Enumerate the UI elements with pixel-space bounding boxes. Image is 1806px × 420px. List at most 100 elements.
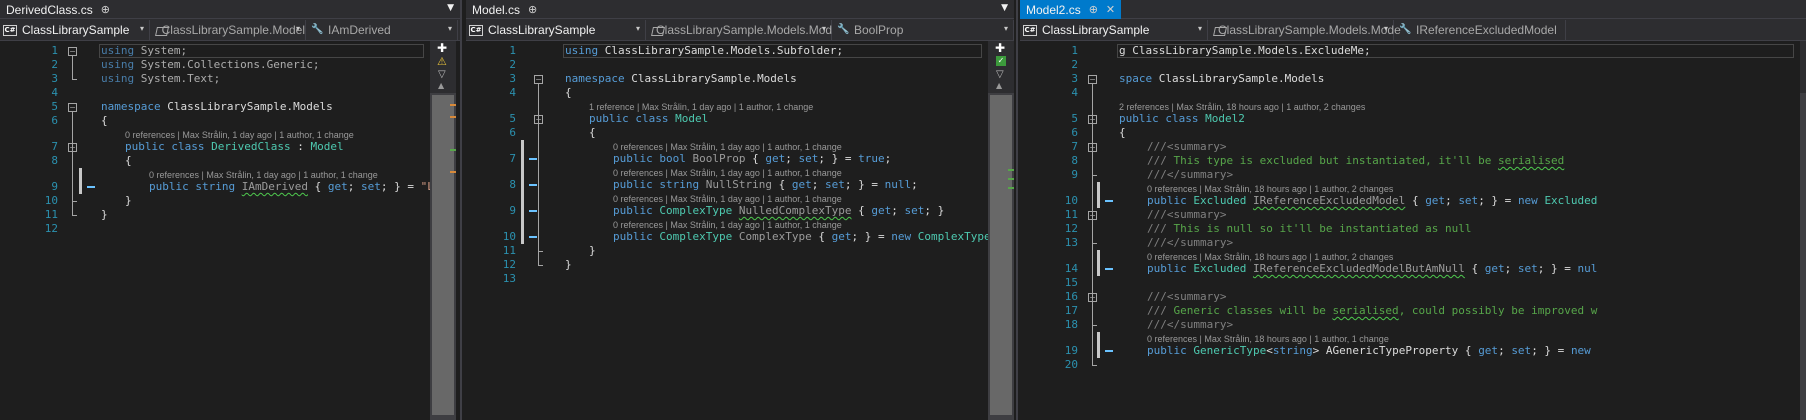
code-editor[interactable]: 1 g ClassLibrarySample.Models.ExcludeMe; 2…	[1020, 41, 1800, 420]
change-marker	[1008, 178, 1014, 180]
code-line[interactable]: public Excluded IReferenceExcludedModel …	[1147, 194, 1597, 208]
code-line[interactable]: {	[1119, 126, 1126, 140]
pin-icon[interactable]: ⊕	[528, 3, 537, 16]
csharp-project-icon: C#	[469, 24, 483, 36]
filter-icon[interactable]: ▽	[996, 69, 1004, 80]
line-number: 20	[1064, 358, 1078, 371]
code-line[interactable]: using ClassLibrarySample.Models.Subfolde…	[565, 44, 843, 58]
code-line[interactable]: ///<summary>	[1147, 290, 1226, 304]
code-line[interactable]: {	[101, 114, 108, 128]
type-dropdown[interactable]: ClassLibrarySample.Models.Mode ▾	[1210, 20, 1401, 40]
code-line[interactable]: ///<summary>	[1147, 140, 1226, 154]
fold-toggle-icon[interactable]: −	[68, 103, 77, 112]
fold-toggle-icon[interactable]: −	[1088, 293, 1097, 302]
code-line[interactable]: ///</summary>	[1147, 168, 1233, 182]
fold-toggle-icon[interactable]: −	[1088, 143, 1097, 152]
code-line[interactable]: {	[589, 126, 596, 140]
change-indicator	[521, 192, 524, 218]
tab-dropdown-icon[interactable]: ▼	[447, 3, 454, 13]
code-line[interactable]: ///</summary>	[1147, 236, 1233, 250]
code-editor[interactable]: 1 using System; 2 using System.Collections.…	[0, 41, 454, 420]
split-icon[interactable]: ✚	[437, 41, 447, 55]
fold-toggle-icon[interactable]: −	[1088, 75, 1097, 84]
code-line[interactable]: public class DerivedClass : Model	[125, 140, 344, 154]
code-line[interactable]: public class Model2	[1119, 112, 1245, 126]
type-dropdown[interactable]: ClassLibrarySample.Model ▾	[152, 20, 306, 40]
code-line[interactable]: /// Generic classes will be serialised, …	[1147, 304, 1597, 318]
type-dropdown[interactable]: ClassLibrarySample.Models.Mod ▾	[648, 20, 832, 40]
code-line[interactable]: ///</summary>	[1147, 318, 1233, 332]
line-number: 3	[509, 72, 516, 85]
code-line[interactable]: /// This is null so it'll be instantiate…	[1147, 222, 1472, 236]
line-number: 12	[44, 222, 58, 235]
member-dropdown[interactable]: 🔧 IReferenceExcludedModel	[1396, 20, 1566, 40]
pane-splitter[interactable]	[1016, 0, 1018, 420]
vertical-scrollbar[interactable]: ✚ ✓ ▽ ▲	[988, 41, 1014, 420]
fold-guide-end	[72, 201, 77, 202]
pin-icon[interactable]: ⊕	[1089, 3, 1098, 16]
modified-line-marker	[529, 236, 537, 238]
chevron-down-icon: ▾	[1197, 24, 1202, 33]
tab-dropdown-icon[interactable]: ▼	[1001, 3, 1008, 13]
code-line[interactable]: public ComplexType NulledComplexType { g…	[613, 204, 944, 218]
code-line[interactable]: using System.Text;	[101, 72, 220, 86]
fold-toggle-icon[interactable]: −	[534, 115, 543, 124]
split-icon[interactable]: ✚	[995, 41, 1005, 55]
line-number: 7	[509, 152, 516, 165]
line-number: 12	[502, 258, 516, 271]
code-line[interactable]: public GenericType<string> AGenericTypeP…	[1147, 344, 1591, 358]
close-icon[interactable]: ✕	[1106, 3, 1115, 16]
code-line[interactable]: using System.Collections.Generic;	[101, 58, 320, 72]
tab-model[interactable]: Model.cs ⊕	[466, 0, 543, 19]
project-dropdown[interactable]: C# ClassLibrarySample ▾	[1020, 20, 1208, 40]
code-line[interactable]: }	[565, 258, 572, 272]
pin-icon[interactable]: ⊕	[101, 3, 110, 16]
fold-toggle-icon[interactable]: −	[68, 47, 77, 56]
code-line[interactable]: namespace ClassLibrarySample.Models	[565, 72, 797, 86]
code-line[interactable]: public ComplexType ComplexType { get; } …	[613, 230, 1010, 244]
scroll-up-icon[interactable]: ▲	[996, 81, 1002, 90]
code-line[interactable]: public class Model	[589, 112, 708, 126]
tab-strip: Model2.cs ⊕ ✕	[1020, 0, 1806, 19]
pane-splitter[interactable]	[460, 0, 462, 420]
line-number: 2	[51, 58, 58, 71]
filter-icon[interactable]: ▽	[438, 69, 446, 80]
vertical-scrollbar[interactable]: ✚ ⚠ ▽ ▲	[430, 41, 456, 420]
scrollbar-thumb[interactable]	[432, 95, 454, 415]
project-dropdown[interactable]: C# ClassLibrarySample ▾	[466, 20, 646, 40]
scrollbar-thumb[interactable]	[990, 95, 1012, 415]
scroll-up-icon[interactable]: ▲	[438, 81, 444, 90]
code-line[interactable]: public string IAmDerived { get; set; } =…	[149, 180, 454, 194]
member-label: IAmDerived	[328, 23, 391, 37]
code-line[interactable]: }	[125, 194, 132, 208]
tab-derivedclass[interactable]: DerivedClass.cs ⊕	[0, 0, 116, 19]
code-line[interactable]: {	[565, 86, 572, 100]
project-dropdown[interactable]: C# ClassLibrarySample ▾	[0, 20, 150, 40]
code-line[interactable]: }	[589, 244, 596, 258]
fold-toggle-icon[interactable]: −	[534, 75, 543, 84]
code-line[interactable]: using System;	[101, 44, 187, 58]
code-editor[interactable]: 1 using ClassLibrarySample.Models.Subfold…	[466, 41, 1010, 420]
code-line[interactable]: public Excluded IReferenceExcludedModelB…	[1147, 262, 1597, 276]
vertical-scrollbar[interactable]	[1800, 41, 1806, 420]
fold-toggle-icon[interactable]: −	[1088, 115, 1097, 124]
code-line[interactable]: ///<summary>	[1147, 208, 1226, 222]
code-line[interactable]: public string NullString { get; set; } =…	[613, 178, 918, 192]
code-line[interactable]: }	[101, 208, 108, 222]
code-line[interactable]: /// This type is excluded but instantiat…	[1147, 154, 1564, 168]
tab-model2[interactable]: Model2.cs ⊕ ✕	[1020, 0, 1122, 19]
code-line[interactable]: g ClassLibrarySample.Models.ExcludeMe;	[1119, 44, 1371, 58]
code-line[interactable]: space ClassLibrarySample.Models	[1119, 72, 1324, 86]
navigation-bar: C# ClassLibrarySample ▾ ClassLibrarySamp…	[0, 19, 460, 41]
ok-status-icon[interactable]: ✓	[996, 56, 1006, 66]
fold-toggle-icon[interactable]: −	[1088, 211, 1097, 220]
code-line[interactable]: {	[125, 154, 132, 168]
fold-toggle-icon[interactable]: −	[68, 143, 77, 152]
fold-guide	[72, 152, 73, 201]
code-line[interactable]: namespace ClassLibrarySample.Models	[101, 100, 333, 114]
member-dropdown[interactable]: 🔧 IAmDerived ▾	[308, 20, 458, 40]
warning-icon[interactable]: ⚠	[437, 55, 447, 68]
code-line[interactable]: public bool BoolProp { get; set; } = tru…	[613, 152, 891, 166]
chevron-down-icon: ▾	[635, 24, 640, 33]
member-dropdown[interactable]: 🔧 BoolProp ▾	[834, 20, 1014, 40]
